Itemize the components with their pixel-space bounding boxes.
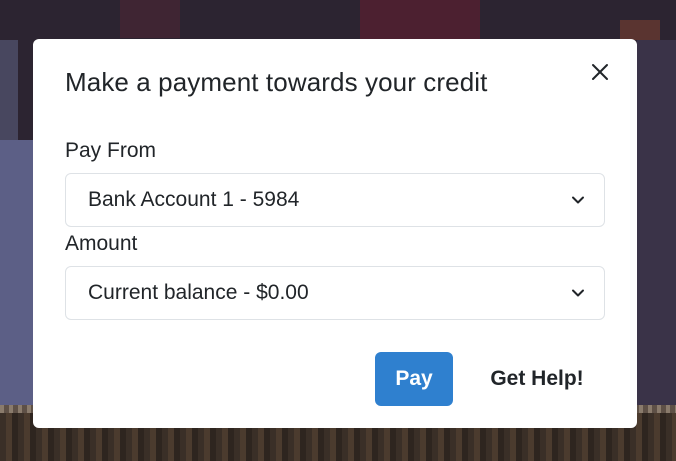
- amount-label: Amount: [65, 232, 138, 255]
- get-help-button[interactable]: Get Help!: [477, 352, 597, 406]
- background-decoration: [620, 20, 660, 40]
- payment-modal: Make a payment towards your credit Pay F…: [33, 39, 637, 428]
- pay-from-label: Pay From: [65, 139, 157, 162]
- close-icon: [592, 64, 608, 80]
- chevron-down-icon: [572, 289, 584, 297]
- background-decoration: [120, 0, 180, 38]
- background-decoration: [360, 0, 480, 40]
- pay-button[interactable]: Pay: [375, 352, 453, 406]
- amount-select[interactable]: Current balance - $0.00: [65, 266, 605, 320]
- close-button[interactable]: [586, 58, 614, 86]
- background-decoration: [0, 40, 18, 140]
- pay-from-select[interactable]: Bank Account 1 - 5984: [65, 173, 605, 227]
- pay-from-value: Bank Account 1 - 5984: [88, 188, 300, 211]
- modal-title: Make a payment towards your credit: [65, 67, 488, 97]
- amount-value: Current balance - $0.00: [88, 281, 309, 304]
- background-decoration: [637, 40, 676, 410]
- chevron-down-icon: [572, 196, 584, 204]
